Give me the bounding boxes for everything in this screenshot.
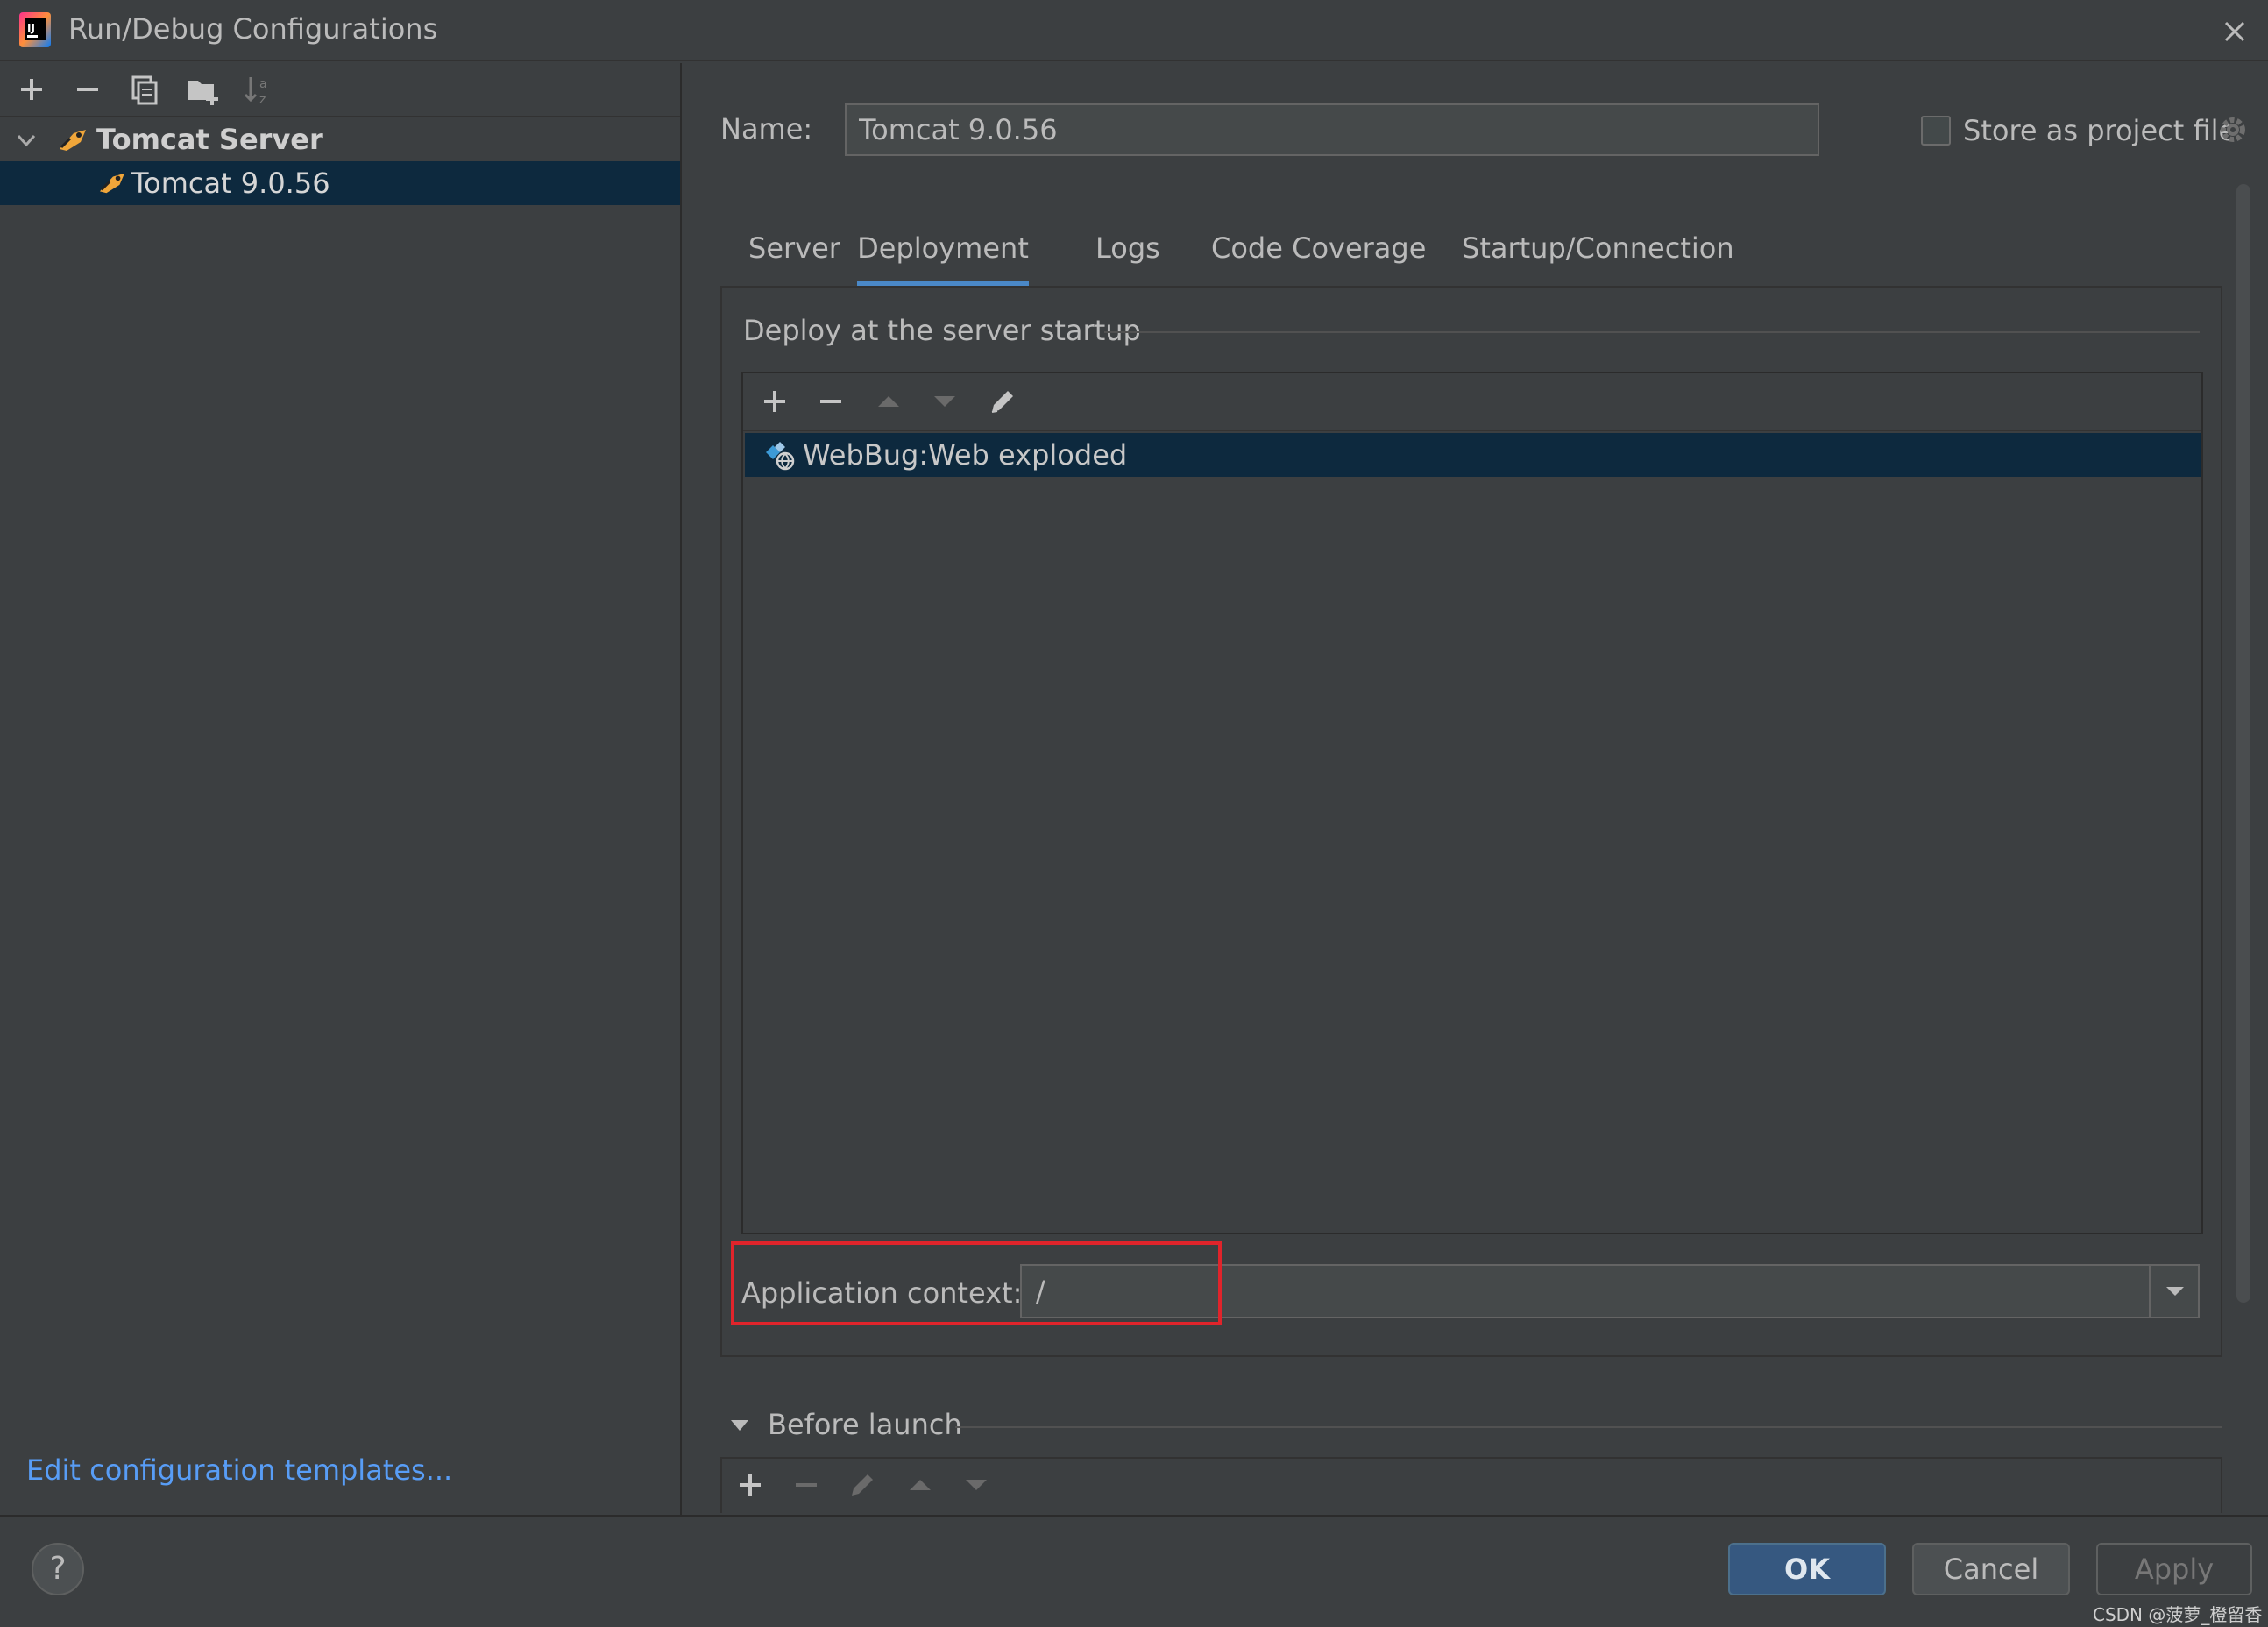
- artifact-label: WebBug:Web exploded: [803, 438, 1128, 472]
- deployment-artifact-list[interactable]: WebBug:Web exploded: [741, 372, 2203, 1234]
- copy-icon[interactable]: [123, 68, 165, 110]
- remove-icon[interactable]: [67, 68, 109, 110]
- configuration-tree-panel: az Tomcat Server Tomcat 9.0.56 Edit conf…: [0, 63, 682, 1515]
- collapse-triangle-icon[interactable]: [727, 1417, 752, 1434]
- edit-pencil-icon[interactable]: [982, 380, 1024, 423]
- tab-code-coverage[interactable]: Code Coverage: [1211, 221, 1426, 286]
- web-artifact-icon: [766, 442, 795, 471]
- intellij-app-icon: IJ: [19, 12, 51, 47]
- section-divider: [1104, 331, 2200, 333]
- move-up-icon[interactable]: [899, 1464, 941, 1506]
- window-title: Run/Debug Configurations: [68, 12, 438, 46]
- artifact-row[interactable]: WebBug:Web exploded: [745, 433, 2201, 477]
- remove-icon[interactable]: [810, 380, 852, 423]
- deploy-section-title: Deploy at the server startup: [743, 314, 1141, 347]
- add-icon[interactable]: [729, 1464, 771, 1506]
- tab-startup-connection[interactable]: Startup/Connection: [1462, 221, 1734, 286]
- gear-icon[interactable]: [2215, 112, 2250, 147]
- cancel-button[interactable]: Cancel: [1912, 1543, 2070, 1595]
- svg-text:IJ: IJ: [27, 22, 35, 34]
- watermark-text: CSDN @菠萝_橙留香: [2093, 1604, 2263, 1625]
- deployment-toolbar: [743, 373, 2201, 431]
- move-up-icon[interactable]: [868, 380, 910, 423]
- close-icon[interactable]: [2215, 12, 2254, 51]
- move-down-icon[interactable]: [924, 380, 966, 423]
- title-bar: IJ Run/Debug Configurations: [0, 0, 2268, 61]
- application-context-dropdown-button[interactable]: [2149, 1266, 2198, 1317]
- chevron-down-icon[interactable]: [16, 131, 37, 149]
- folder-add-icon[interactable]: [181, 68, 223, 110]
- add-icon[interactable]: [11, 68, 53, 110]
- sort-icon[interactable]: az: [237, 68, 279, 110]
- deployment-panel: Deploy at the server startup WebBug:Web …: [720, 286, 2222, 1357]
- tab-logs[interactable]: Logs: [1095, 221, 1166, 286]
- name-input[interactable]: [845, 103, 1819, 156]
- name-label: Name:: [720, 112, 813, 146]
- tree-item-label: Tomcat 9.0.56: [131, 167, 330, 200]
- store-as-project-file-label: Store as project file: [1963, 114, 2236, 147]
- move-down-icon[interactable]: [955, 1464, 997, 1506]
- tab-server[interactable]: Server: [748, 221, 840, 286]
- tree-group-tomcat-server[interactable]: Tomcat Server: [0, 117, 680, 161]
- edit-pencil-icon[interactable]: [841, 1464, 883, 1506]
- before-launch-label: Before launch: [768, 1408, 962, 1441]
- store-as-project-file-checkbox[interactable]: [1921, 116, 1951, 146]
- tab-deployment[interactable]: Deployment: [857, 221, 1029, 286]
- remove-icon[interactable]: [785, 1464, 827, 1506]
- tomcat-icon: [60, 130, 86, 151]
- tomcat-icon: [99, 173, 125, 194]
- add-icon[interactable]: [754, 380, 796, 423]
- ok-button[interactable]: OK: [1728, 1543, 1886, 1595]
- tree-item-tomcat-9-0-56[interactable]: Tomcat 9.0.56: [0, 161, 680, 205]
- svg-text:z: z: [259, 93, 266, 107]
- edit-configuration-templates-link[interactable]: Edit configuration templates...: [26, 1453, 452, 1487]
- annotation-highlight-box: [731, 1241, 1222, 1325]
- svg-text:a: a: [259, 77, 267, 91]
- vertical-scrollbar[interactable]: [2236, 184, 2250, 1303]
- chevron-down-icon: [2166, 1287, 2184, 1296]
- dialog-button-bar: ? OK Cancel Apply CSDN @菠萝_橙留香: [0, 1515, 2268, 1627]
- before-launch-toolbar: [720, 1457, 2222, 1513]
- help-button[interactable]: ?: [32, 1543, 84, 1595]
- tree-group-label: Tomcat Server: [96, 123, 323, 156]
- left-toolbar: az: [0, 63, 680, 117]
- section-divider: [955, 1426, 2222, 1428]
- apply-button[interactable]: Apply: [2096, 1543, 2252, 1595]
